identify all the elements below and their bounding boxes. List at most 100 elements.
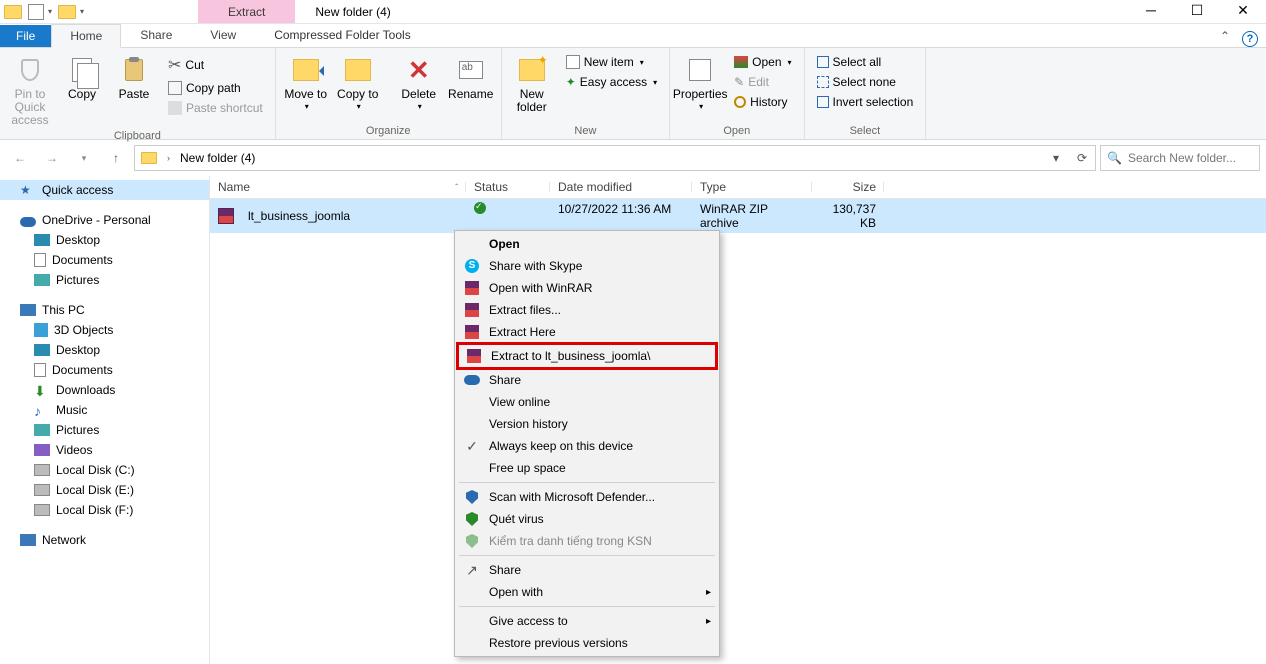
- ctx-share-skype[interactable]: SShare with Skype: [457, 255, 717, 277]
- ctx-quet-virus[interactable]: Quét virus: [457, 508, 717, 530]
- sidebar-disk-c[interactable]: Local Disk (C:): [0, 460, 209, 480]
- tab-file[interactable]: File: [0, 25, 51, 47]
- properties-button[interactable]: Properties▾: [676, 50, 724, 112]
- videos-icon: [34, 444, 50, 456]
- address-dropdown-button[interactable]: ▾: [1043, 146, 1069, 170]
- ctx-open[interactable]: Open: [457, 233, 717, 255]
- ctx-separator: [459, 606, 715, 607]
- cut-button[interactable]: ✂Cut: [162, 54, 269, 76]
- help-button[interactable]: ?: [1242, 31, 1258, 47]
- ctx-extract-files[interactable]: Extract files...: [457, 299, 717, 321]
- ctx-restore-versions[interactable]: Restore previous versions: [457, 632, 717, 654]
- qat-customize-icon[interactable]: ▾: [80, 7, 84, 16]
- sidebar-documents[interactable]: Documents: [0, 360, 209, 380]
- rename-button[interactable]: Rename: [447, 50, 495, 101]
- open-button[interactable]: Open▾: [728, 54, 797, 70]
- maximize-button[interactable]: ☐: [1174, 0, 1220, 23]
- invert-selection-button[interactable]: Invert selection: [811, 94, 920, 110]
- sidebar-od-documents[interactable]: Documents: [0, 250, 209, 270]
- breadcrumb-folder[interactable]: New folder (4): [174, 146, 261, 170]
- network-icon: [20, 534, 36, 546]
- ctx-ksn[interactable]: Kiểm tra danh tiếng trong KSN: [457, 530, 717, 552]
- winrar-icon: [465, 303, 479, 317]
- new-item-button[interactable]: New item▾: [560, 54, 663, 70]
- back-button[interactable]: ←: [6, 144, 34, 172]
- select-all-button[interactable]: Select all: [811, 54, 920, 70]
- ctx-open-with[interactable]: Open with: [457, 581, 717, 603]
- up-button[interactable]: ↑: [102, 144, 130, 172]
- column-headers: Nameˆ Status Date modified Type Size: [210, 176, 1266, 199]
- pc-icon: [20, 304, 36, 316]
- tab-share[interactable]: Share: [121, 23, 191, 47]
- ctx-always-keep[interactable]: ✓Always keep on this device: [457, 435, 717, 457]
- column-date[interactable]: Date modified: [550, 180, 692, 194]
- ctx-open-winrar[interactable]: Open with WinRAR: [457, 277, 717, 299]
- column-name[interactable]: Nameˆ: [210, 180, 466, 194]
- sidebar-3d-objects[interactable]: 3D Objects: [0, 320, 209, 340]
- move-to-button[interactable]: Move to▾: [282, 50, 330, 112]
- select-none-button[interactable]: Select none: [811, 74, 920, 90]
- ctx-share[interactable]: ↗Share: [457, 559, 717, 581]
- sort-indicator-icon: ˆ: [455, 183, 458, 192]
- ctx-version-history[interactable]: Version history: [457, 413, 717, 435]
- easy-access-button[interactable]: ✦Easy access▾: [560, 74, 663, 90]
- ctx-separator: [459, 482, 715, 483]
- edit-button[interactable]: ✎Edit: [728, 74, 797, 90]
- sidebar-onedrive[interactable]: OneDrive - Personal: [0, 210, 209, 230]
- ctx-share-onedrive[interactable]: Share: [457, 369, 717, 391]
- close-button[interactable]: ✕: [1220, 0, 1266, 23]
- sidebar-videos[interactable]: Videos: [0, 440, 209, 460]
- skype-icon: S: [465, 259, 479, 273]
- tab-view[interactable]: View: [191, 23, 255, 47]
- music-icon: ♪: [34, 403, 50, 417]
- column-size[interactable]: Size: [812, 180, 884, 194]
- file-row[interactable]: lt_business_joomla 10/27/2022 11:36 AM W…: [210, 199, 1266, 233]
- sidebar-pictures[interactable]: Pictures: [0, 420, 209, 440]
- tab-compressed-tools[interactable]: Compressed Folder Tools: [255, 23, 430, 47]
- sidebar-od-pictures[interactable]: Pictures: [0, 270, 209, 290]
- 3d-icon: [34, 323, 48, 337]
- tab-home[interactable]: Home: [51, 24, 121, 48]
- sidebar-music[interactable]: ♪Music: [0, 400, 209, 420]
- ctx-give-access[interactable]: Give access to: [457, 610, 717, 632]
- column-status[interactable]: Status: [466, 180, 550, 194]
- delete-button[interactable]: ✕Delete▾: [395, 50, 443, 112]
- sidebar-disk-e[interactable]: Local Disk (E:): [0, 480, 209, 500]
- paste-button[interactable]: Paste: [110, 50, 158, 101]
- minimize-button[interactable]: ─: [1128, 0, 1174, 23]
- pin-to-quick-access-button[interactable]: Pin to Quick access: [6, 50, 54, 128]
- sidebar-network[interactable]: Network: [0, 530, 209, 550]
- column-type[interactable]: Type: [692, 180, 812, 194]
- ctx-view-online[interactable]: View online: [457, 391, 717, 413]
- ctx-free-up[interactable]: Free up space: [457, 457, 717, 479]
- address-bar[interactable]: › New folder (4) ▾ ⟳: [134, 145, 1096, 171]
- refresh-button[interactable]: ⟳: [1069, 146, 1095, 170]
- disk-icon: [34, 504, 50, 516]
- sidebar-disk-f[interactable]: Local Disk (F:): [0, 500, 209, 520]
- qat-dropdown-icon[interactable]: ▾: [48, 7, 52, 16]
- sidebar-quick-access[interactable]: ★Quick access: [0, 180, 209, 200]
- forward-button[interactable]: →: [38, 144, 66, 172]
- history-icon: [734, 96, 746, 108]
- sidebar-downloads[interactable]: ⬇Downloads: [0, 380, 209, 400]
- copy-path-button[interactable]: Copy path: [162, 80, 269, 96]
- recent-locations-button[interactable]: ▾: [70, 144, 98, 172]
- chevron-right-icon[interactable]: ›: [163, 153, 174, 163]
- ctx-extract-here[interactable]: Extract Here: [457, 321, 717, 343]
- ctx-extract-to[interactable]: Extract to lt_business_joomla\: [459, 345, 715, 367]
- sidebar-this-pc[interactable]: This PC: [0, 300, 209, 320]
- paste-shortcut-button[interactable]: Paste shortcut: [162, 100, 269, 116]
- sidebar-od-desktop[interactable]: Desktop: [0, 230, 209, 250]
- ribbon-collapse-button[interactable]: ⌃: [1212, 25, 1238, 47]
- history-button[interactable]: History: [728, 94, 797, 110]
- qat-newfolder-icon[interactable]: [58, 5, 76, 19]
- search-box[interactable]: 🔍 Search New folder...: [1100, 145, 1260, 171]
- ctx-defender[interactable]: Scan with Microsoft Defender...: [457, 486, 717, 508]
- pictures-icon: [34, 274, 50, 286]
- new-folder-button[interactable]: New folder: [508, 50, 556, 114]
- contextual-tab-header: Extract: [198, 0, 295, 23]
- sidebar-desktop[interactable]: Desktop: [0, 340, 209, 360]
- qat-properties-icon[interactable]: [28, 4, 44, 20]
- copy-to-button[interactable]: Copy to▾: [334, 50, 382, 112]
- copy-button[interactable]: Copy: [58, 50, 106, 101]
